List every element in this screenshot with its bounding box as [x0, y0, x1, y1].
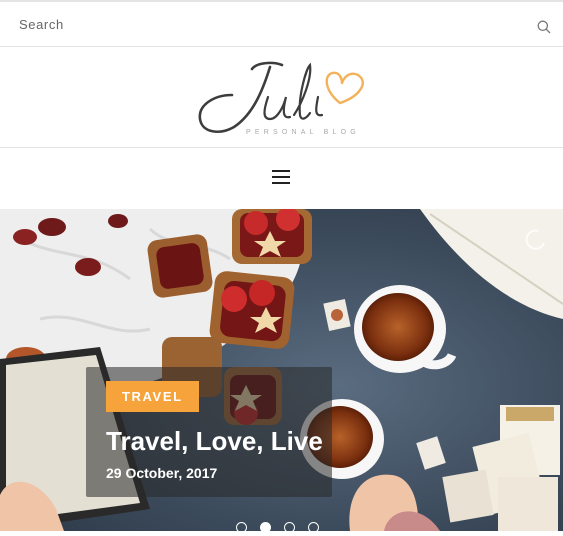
- post-title[interactable]: Travel, Love, Live: [106, 426, 323, 457]
- search-bar: [0, 0, 563, 47]
- featured-slider[interactable]: [0, 209, 563, 531]
- post-date: 29 October, 2017: [106, 465, 218, 481]
- site-logo[interactable]: [190, 53, 380, 135]
- logo-tagline: PERSONAL BLOG: [246, 129, 360, 136]
- hamburger-menu-icon[interactable]: [272, 170, 290, 186]
- category-badge[interactable]: TRAVEL: [106, 381, 199, 412]
- main-navigation: [0, 148, 563, 209]
- slider-dot-1[interactable]: [236, 522, 247, 533]
- site-header: PERSONAL BLOG: [0, 47, 563, 148]
- slider-dot-2[interactable]: [260, 522, 271, 533]
- slider-dot-3[interactable]: [284, 522, 295, 533]
- search-icon[interactable]: [537, 20, 551, 34]
- search-input[interactable]: [0, 2, 520, 46]
- slider-dot-4[interactable]: [308, 522, 319, 533]
